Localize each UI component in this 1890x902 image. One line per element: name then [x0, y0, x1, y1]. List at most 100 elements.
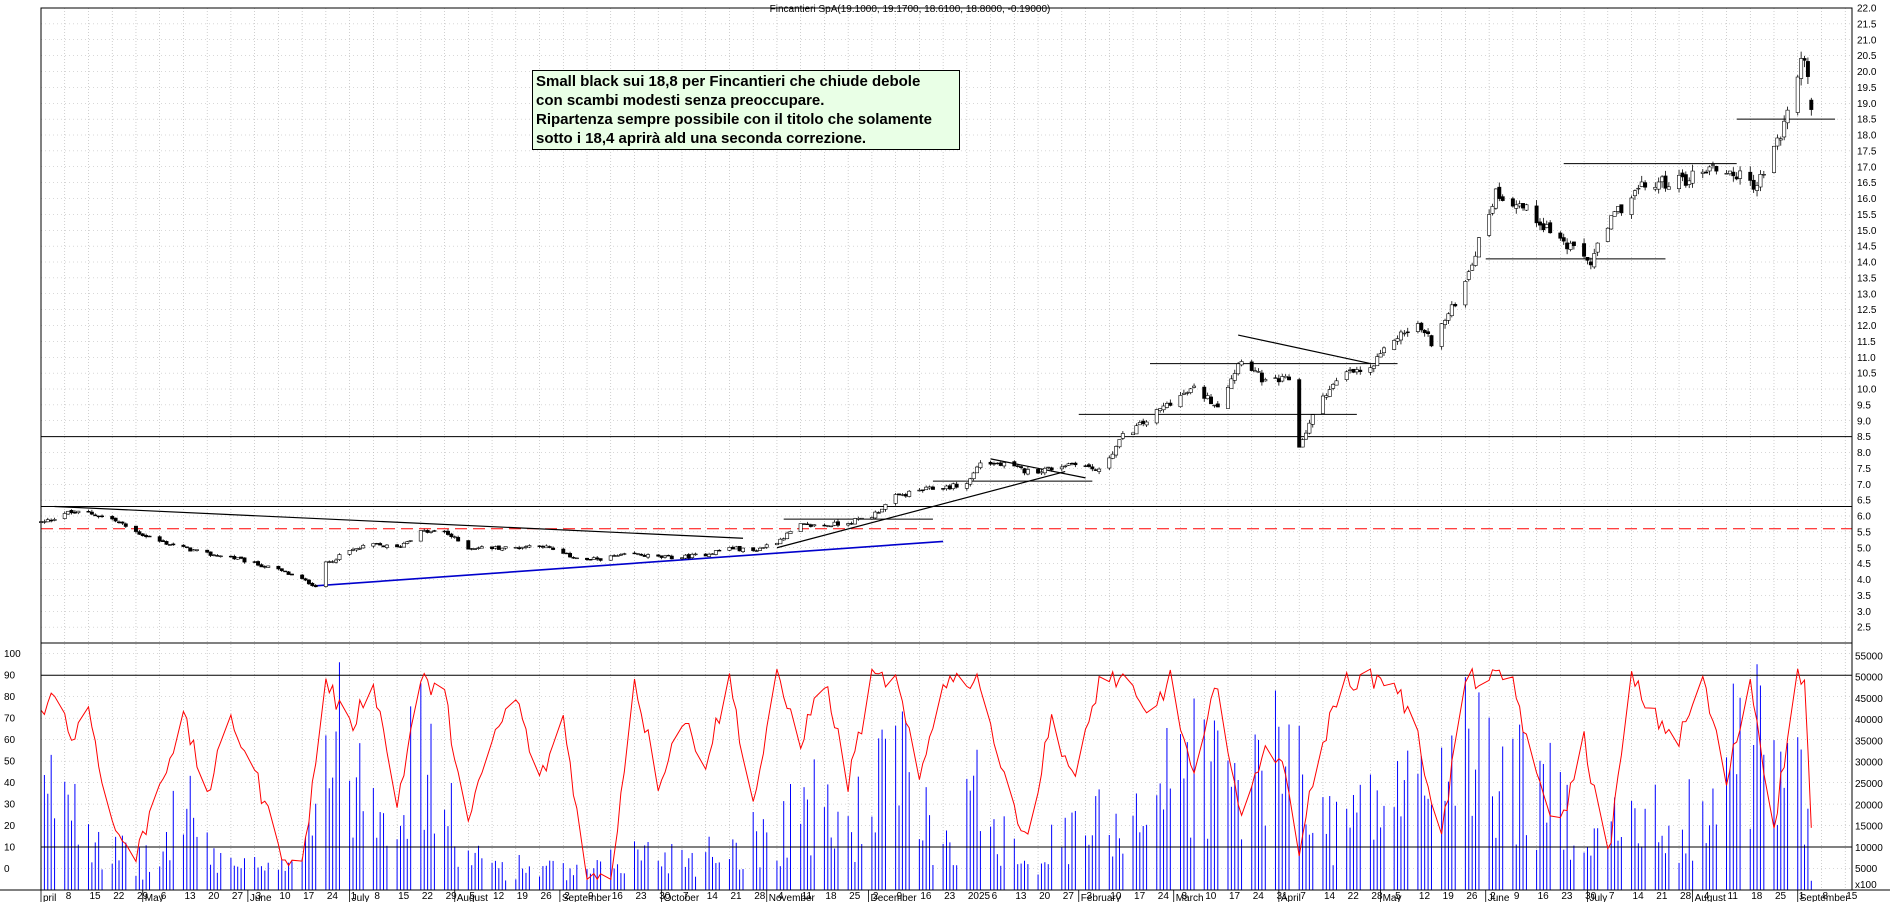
candle-body — [1476, 237, 1481, 258]
candle-body — [235, 557, 240, 560]
candle-body — [1514, 204, 1519, 209]
candlestick — [903, 492, 908, 498]
x-week-tick-label: 20 — [208, 891, 220, 902]
x-week-tick-label: 7 — [1300, 891, 1306, 902]
candlestick — [1371, 365, 1376, 373]
candle-body — [1748, 171, 1753, 181]
x-week-tick-label: 16 — [1538, 891, 1550, 902]
candle-body — [1046, 466, 1051, 469]
candle-body — [113, 517, 118, 522]
candlestick — [883, 503, 888, 512]
candlestick — [398, 545, 403, 548]
y-tick-label: 17.0 — [1857, 162, 1877, 173]
y-tick-label: 8.0 — [1857, 448, 1871, 459]
candle-body — [45, 519, 50, 523]
candle-body — [1192, 385, 1197, 388]
candle-body — [1371, 365, 1376, 369]
candle-body — [72, 511, 77, 514]
x-week-tick-label: 16 — [920, 891, 932, 902]
candle-body — [384, 544, 389, 548]
candle-body — [1538, 221, 1542, 226]
y-tick-label: 14.0 — [1857, 258, 1877, 269]
candlestick — [1660, 175, 1665, 188]
candle-body — [1334, 380, 1339, 386]
candle-body — [1558, 232, 1563, 239]
candlestick — [500, 547, 505, 552]
candle-body — [1731, 171, 1736, 177]
candlestick — [836, 519, 840, 528]
candlestick — [347, 550, 352, 556]
y-tick-label: 14.5 — [1857, 242, 1877, 253]
y-tick-label: 13.0 — [1857, 289, 1877, 300]
volume-tick-label: 20000 — [1855, 800, 1883, 811]
candle-body — [62, 513, 67, 519]
candlestick — [1259, 369, 1264, 386]
candlestick — [1188, 387, 1193, 395]
candle-body — [615, 555, 620, 557]
candle-body — [1042, 467, 1047, 474]
candlestick — [1320, 393, 1325, 414]
candle-body — [1782, 120, 1787, 138]
candlestick — [144, 533, 149, 539]
candlestick — [208, 551, 213, 557]
candlestick — [1070, 462, 1074, 466]
candle-body — [239, 556, 244, 559]
candle-body — [327, 561, 332, 563]
x-week-tick-label: 24 — [1158, 891, 1170, 902]
candlestick — [1419, 321, 1424, 333]
y-tick-label: 12.5 — [1857, 305, 1877, 316]
candlestick — [1666, 182, 1671, 190]
candlestick — [1107, 455, 1112, 471]
candlestick — [975, 465, 979, 474]
candlestick — [418, 530, 423, 542]
candlestick — [239, 556, 244, 560]
candle-body — [1375, 356, 1380, 367]
candlestick — [995, 462, 1000, 465]
candlestick — [1595, 242, 1600, 257]
candle-body — [598, 558, 603, 561]
candlestick — [72, 510, 77, 514]
candlestick — [1616, 206, 1620, 215]
candle-body — [1653, 187, 1658, 190]
candlestick — [256, 560, 261, 567]
candlestick — [1548, 220, 1553, 234]
candle-body — [632, 552, 637, 555]
candlestick — [1263, 377, 1268, 382]
candlestick — [167, 544, 172, 546]
candlestick — [808, 523, 813, 528]
x-week-tick-label: 19 — [517, 891, 529, 902]
candlestick — [1748, 166, 1753, 186]
candlestick — [1002, 462, 1007, 469]
candlestick — [1226, 384, 1230, 409]
candle-body — [117, 521, 121, 524]
y-tick-label: 15.0 — [1857, 226, 1877, 237]
candle-body — [66, 510, 71, 515]
candle-body — [941, 488, 946, 490]
candle-body — [680, 557, 684, 559]
candle-body — [1761, 174, 1766, 176]
x-week-tick-label: 20 — [1039, 891, 1051, 902]
candlestick — [1639, 175, 1644, 188]
candlestick — [588, 559, 593, 561]
candle-body — [42, 521, 47, 523]
candle-body — [256, 561, 261, 566]
candle-body — [992, 463, 996, 465]
candlestick — [1510, 196, 1515, 208]
x-month-label: November — [769, 893, 816, 902]
candle-body — [1063, 465, 1068, 468]
candlestick — [1134, 423, 1139, 435]
candlestick — [1643, 180, 1648, 191]
oscillator-tick-label: 30 — [4, 800, 16, 811]
candlestick — [598, 558, 603, 562]
candle-body — [1114, 446, 1119, 456]
candle-body — [1283, 375, 1288, 379]
candle-body — [215, 555, 220, 557]
candlestick — [164, 540, 169, 546]
candle-body — [727, 547, 732, 551]
candlestick — [133, 525, 138, 534]
candle-body — [1683, 174, 1688, 186]
candle-body — [812, 524, 817, 527]
y-tick-label: 15.5 — [1857, 210, 1877, 221]
candlestick — [964, 482, 969, 491]
candle-body — [1158, 408, 1163, 411]
